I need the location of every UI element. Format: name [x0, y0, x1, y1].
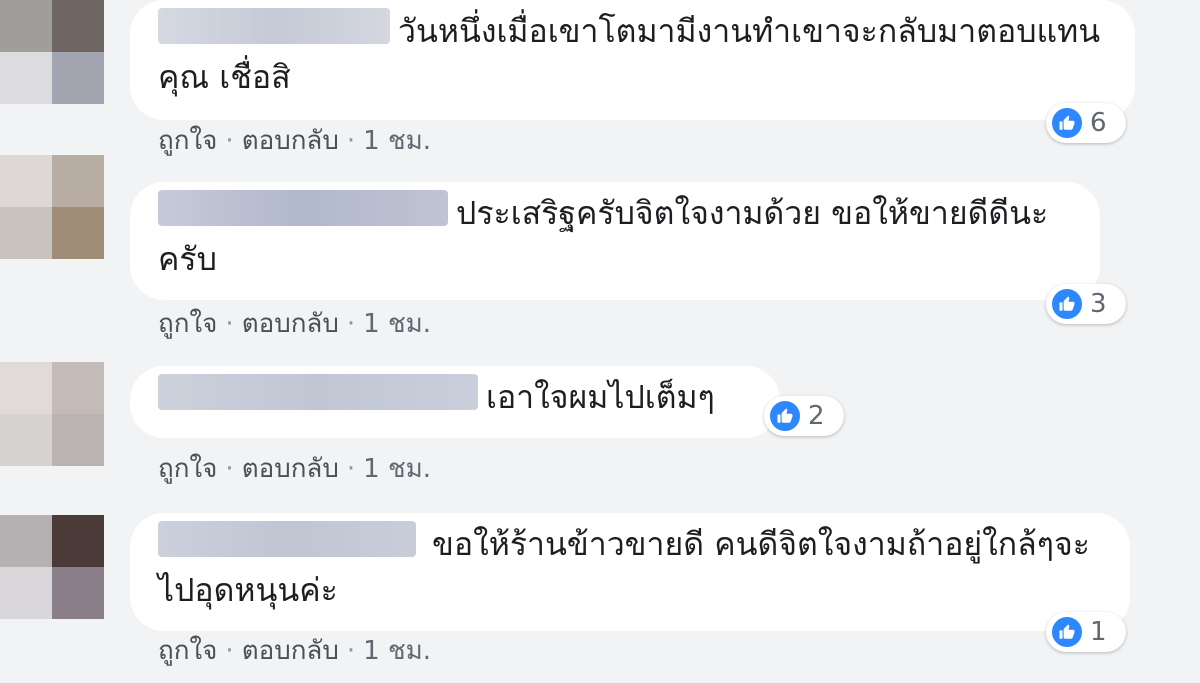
- separator: ·: [346, 126, 356, 156]
- commenter-name-blurred[interactable]: [158, 521, 416, 557]
- avatar-pixel: [52, 567, 104, 619]
- like-link[interactable]: ถูกใจ: [158, 454, 217, 484]
- like-icon: [1050, 106, 1084, 140]
- avatar-pixel: [52, 155, 104, 207]
- commenter-name-blurred[interactable]: [158, 8, 390, 44]
- separator: ·: [225, 636, 234, 666]
- avatar-pixel: [52, 362, 104, 414]
- comment-actions: ถูกใจ · ตอบกลับ · 1 ชม.: [158, 120, 431, 161]
- reply-link[interactable]: ตอบกลับ: [242, 454, 339, 484]
- avatar-pixel: [52, 515, 104, 567]
- comment-text: เอาใจผมไปเต็มๆ: [486, 378, 715, 416]
- avatar-pixel: [52, 0, 104, 52]
- avatar-pixel: [0, 52, 52, 104]
- avatar-pixel: [0, 155, 52, 207]
- like-link[interactable]: ถูกใจ: [158, 309, 217, 339]
- separator: ·: [346, 636, 356, 666]
- timestamp[interactable]: 1 ชม.: [363, 309, 431, 339]
- avatar[interactable]: [0, 515, 104, 619]
- like-link[interactable]: ถูกใจ: [158, 126, 217, 156]
- avatar-pixel: [52, 52, 104, 104]
- timestamp[interactable]: 1 ชม.: [363, 454, 431, 484]
- avatar[interactable]: [0, 362, 104, 466]
- avatar-pixel: [0, 567, 52, 619]
- comment-bubble: ขอให้ร้านข้าวขายดี คนดีจิตใจงามถ้าอยู่ใก…: [130, 513, 1130, 631]
- separator: ·: [225, 126, 234, 156]
- reply-link[interactable]: ตอบกลับ: [242, 126, 339, 156]
- reaction-count-badge[interactable]: 2: [764, 396, 844, 436]
- avatar[interactable]: [0, 0, 104, 104]
- like-icon: [768, 399, 802, 433]
- separator: ·: [225, 454, 234, 484]
- like-icon: [1050, 287, 1084, 321]
- like-link[interactable]: ถูกใจ: [158, 636, 217, 666]
- reaction-count-badge[interactable]: 1: [1046, 612, 1126, 652]
- like-count: 2: [808, 401, 825, 431]
- commenter-name-blurred[interactable]: [158, 190, 448, 226]
- like-count: 3: [1090, 289, 1107, 319]
- reply-link[interactable]: ตอบกลับ: [242, 636, 339, 666]
- timestamp[interactable]: 1 ชม.: [363, 636, 431, 666]
- reaction-count-badge[interactable]: 6: [1046, 103, 1126, 143]
- comment-actions: ถูกใจ · ตอบกลับ · 1 ชม.: [158, 303, 431, 344]
- comment-actions: ถูกใจ · ตอบกลับ · 1 ชม.: [158, 630, 431, 671]
- avatar-pixel: [0, 0, 52, 52]
- avatar-pixel: [52, 414, 104, 466]
- reply-link[interactable]: ตอบกลับ: [242, 309, 339, 339]
- comment-bubble: ประเสริฐครับจิตใจงามด้วย ขอให้ขายดีดีนะค…: [130, 182, 1100, 300]
- avatar[interactable]: [0, 155, 104, 259]
- separator: ·: [346, 309, 356, 339]
- avatar-pixel: [0, 207, 52, 259]
- like-count: 6: [1090, 108, 1107, 138]
- avatar-pixel: [0, 515, 52, 567]
- timestamp[interactable]: 1 ชม.: [363, 126, 431, 156]
- like-icon: [1050, 615, 1084, 649]
- comment-bubble: วันหนึ่งเมื่อเขาโตมามีงานทำเขาจะกลับมาตอ…: [130, 0, 1135, 120]
- avatar-pixel: [0, 362, 52, 414]
- separator: ·: [346, 454, 356, 484]
- comment-actions: ถูกใจ · ตอบกลับ · 1 ชม.: [158, 448, 431, 489]
- separator: ·: [225, 309, 234, 339]
- like-count: 1: [1090, 617, 1107, 647]
- avatar-pixel: [0, 414, 52, 466]
- commenter-name-blurred[interactable]: [158, 374, 478, 410]
- comment-bubble: เอาใจผมไปเต็มๆ: [130, 366, 780, 438]
- reaction-count-badge[interactable]: 3: [1046, 284, 1126, 324]
- avatar-pixel: [52, 207, 104, 259]
